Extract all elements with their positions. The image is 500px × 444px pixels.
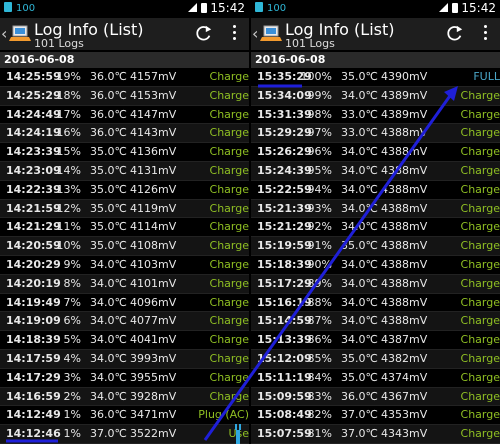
progress-arrow xyxy=(203,92,454,441)
annotation-overlay xyxy=(6,84,458,443)
